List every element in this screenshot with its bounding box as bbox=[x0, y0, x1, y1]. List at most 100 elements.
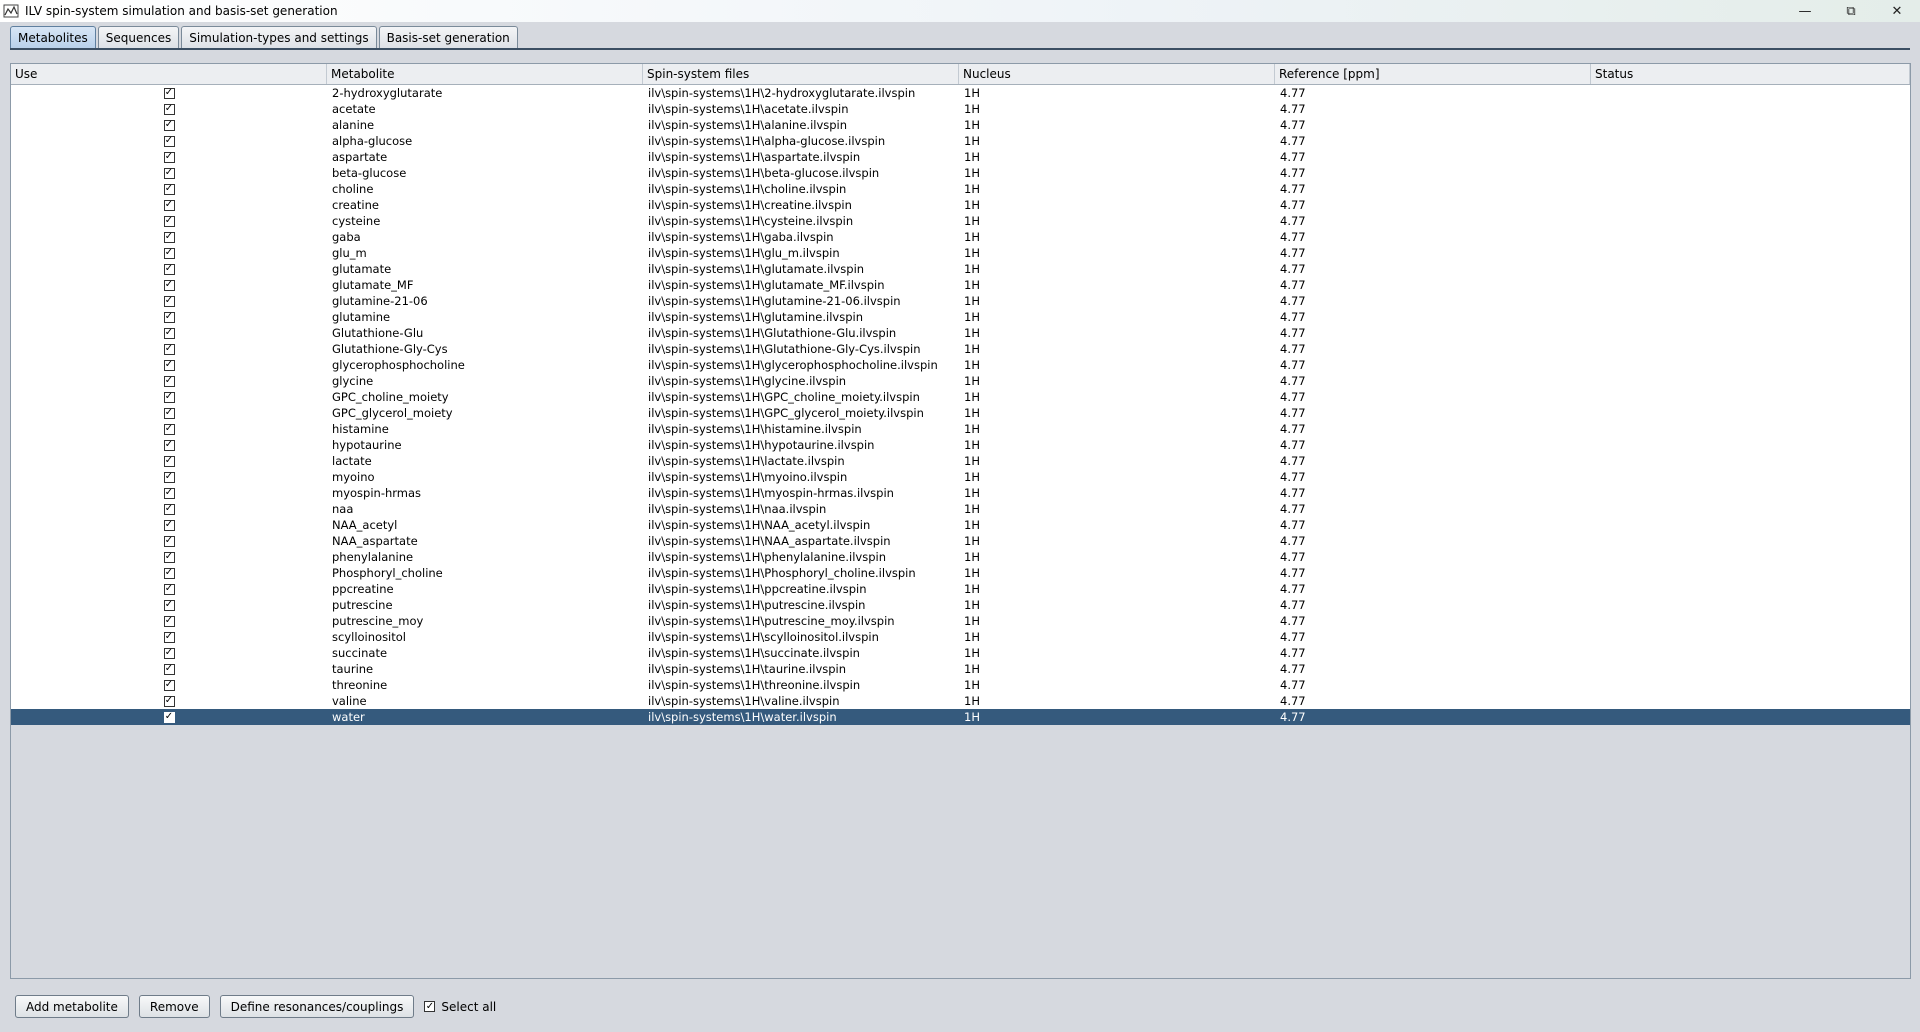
metabolite-cell[interactable]: putrescine bbox=[327, 597, 643, 613]
metabolite-cell[interactable]: phenylalanine bbox=[327, 549, 643, 565]
reference-cell[interactable]: 4.77 bbox=[1275, 581, 1591, 597]
use-cell[interactable]: ✓ bbox=[11, 437, 327, 453]
use-checkbox[interactable]: ✓ bbox=[163, 359, 175, 371]
metabolite-cell[interactable]: Glutathione-Gly-Cys bbox=[327, 341, 643, 357]
metabolite-cell[interactable]: lactate bbox=[327, 453, 643, 469]
table-row[interactable]: ✓ water ilv\spin-systems\1H\water.ilvspin 1… bbox=[11, 709, 1910, 725]
use-cell[interactable]: ✓ bbox=[11, 149, 327, 165]
reference-cell[interactable]: 4.77 bbox=[1275, 709, 1591, 725]
nucleus-cell[interactable]: 1H bbox=[959, 677, 1275, 693]
reference-cell[interactable]: 4.77 bbox=[1275, 117, 1591, 133]
nucleus-cell[interactable]: 1H bbox=[959, 629, 1275, 645]
table-row[interactable]: ✓ phenylalanine ilv\spin-systems\1H\phenyl… bbox=[11, 549, 1910, 565]
table-row[interactable]: ✓ 2-hydroxyglutarate ilv\spin-systems\1H\2… bbox=[11, 85, 1910, 101]
table-row[interactable]: ✓ naa ilv\spin-systems\1H\naa.ilvspin 1H 4.7… bbox=[11, 501, 1910, 517]
spin-system-file-cell[interactable]: ilv\spin-systems\1H\glycerophosphocholin… bbox=[643, 357, 959, 373]
table-row[interactable]: ✓ putrescine ilv\spin-systems\1H\putrescin… bbox=[11, 597, 1910, 613]
nucleus-cell[interactable]: 1H bbox=[959, 533, 1275, 549]
reference-cell[interactable]: 4.77 bbox=[1275, 309, 1591, 325]
metabolite-cell[interactable]: gaba bbox=[327, 229, 643, 245]
nucleus-cell[interactable]: 1H bbox=[959, 357, 1275, 373]
metabolite-cell[interactable]: alpha-glucose bbox=[327, 133, 643, 149]
reference-cell[interactable]: 4.77 bbox=[1275, 565, 1591, 581]
status-cell[interactable] bbox=[1591, 709, 1910, 725]
metabolite-cell[interactable]: myoino bbox=[327, 469, 643, 485]
use-checkbox[interactable]: ✓ bbox=[163, 231, 175, 243]
use-cell[interactable]: ✓ bbox=[11, 533, 327, 549]
status-cell[interactable] bbox=[1591, 165, 1910, 181]
status-cell[interactable] bbox=[1591, 117, 1910, 133]
metabolite-cell[interactable]: Glutathione-Glu bbox=[327, 325, 643, 341]
use-checkbox[interactable]: ✓ bbox=[163, 583, 175, 595]
spin-system-file-cell[interactable]: ilv\spin-systems\1H\NAA_aspartate.ilvspi… bbox=[643, 533, 959, 549]
tab-metabolites[interactable]: Metabolites bbox=[10, 26, 96, 48]
reference-cell[interactable]: 4.77 bbox=[1275, 453, 1591, 469]
table-row[interactable]: ✓ histamine ilv\spin-systems\1H\histamine.… bbox=[11, 421, 1910, 437]
metabolite-cell[interactable]: hypotaurine bbox=[327, 437, 643, 453]
use-cell[interactable]: ✓ bbox=[11, 325, 327, 341]
use-cell[interactable]: ✓ bbox=[11, 565, 327, 581]
reference-cell[interactable]: 4.77 bbox=[1275, 517, 1591, 533]
nucleus-cell[interactable]: 1H bbox=[959, 661, 1275, 677]
table-row[interactable]: ✓ taurine ilv\spin-systems\1H\taurine.ilvs… bbox=[11, 661, 1910, 677]
use-cell[interactable]: ✓ bbox=[11, 629, 327, 645]
reference-cell[interactable]: 4.77 bbox=[1275, 405, 1591, 421]
use-cell[interactable]: ✓ bbox=[11, 661, 327, 677]
spin-system-file-cell[interactable]: ilv\spin-systems\1H\alpha-glucose.ilvspi… bbox=[643, 133, 959, 149]
nucleus-cell[interactable]: 1H bbox=[959, 517, 1275, 533]
table-row[interactable]: ✓ glutamine-21-06 ilv\spin-systems\1H\glut… bbox=[11, 293, 1910, 309]
reference-cell[interactable]: 4.77 bbox=[1275, 549, 1591, 565]
status-cell[interactable] bbox=[1591, 581, 1910, 597]
use-checkbox[interactable]: ✓ bbox=[163, 647, 175, 659]
use-checkbox[interactable]: ✓ bbox=[163, 375, 175, 387]
status-cell[interactable] bbox=[1591, 373, 1910, 389]
reference-cell[interactable]: 4.77 bbox=[1275, 277, 1591, 293]
metabolite-cell[interactable]: water bbox=[327, 709, 643, 725]
use-cell[interactable]: ✓ bbox=[11, 165, 327, 181]
use-checkbox[interactable]: ✓ bbox=[163, 87, 175, 99]
reference-cell[interactable]: 4.77 bbox=[1275, 165, 1591, 181]
status-cell[interactable] bbox=[1591, 597, 1910, 613]
reference-cell[interactable]: 4.77 bbox=[1275, 613, 1591, 629]
spin-system-file-cell[interactable]: ilv\spin-systems\1H\beta-glucose.ilvspin bbox=[643, 165, 959, 181]
use-checkbox[interactable]: ✓ bbox=[163, 343, 175, 355]
reference-cell[interactable]: 4.77 bbox=[1275, 645, 1591, 661]
reference-cell[interactable]: 4.77 bbox=[1275, 181, 1591, 197]
table-row[interactable]: ✓ glycerophosphocholine ilv\spin-systems\1… bbox=[11, 357, 1910, 373]
nucleus-cell[interactable]: 1H bbox=[959, 549, 1275, 565]
use-cell[interactable]: ✓ bbox=[11, 405, 327, 421]
table-row[interactable]: ✓ Phosphoryl_choline ilv\spin-systems\1H\P… bbox=[11, 565, 1910, 581]
nucleus-cell[interactable]: 1H bbox=[959, 485, 1275, 501]
spin-system-file-cell[interactable]: ilv\spin-systems\1H\myoino.ilvspin bbox=[643, 469, 959, 485]
tab-simulation-types[interactable]: Simulation-types and settings bbox=[181, 26, 377, 48]
spin-system-file-cell[interactable]: ilv\spin-systems\1H\GPC_choline_moiety.i… bbox=[643, 389, 959, 405]
use-cell[interactable]: ✓ bbox=[11, 309, 327, 325]
column-header-reference[interactable]: Reference [ppm] bbox=[1275, 64, 1591, 84]
status-cell[interactable] bbox=[1591, 357, 1910, 373]
reference-cell[interactable]: 4.77 bbox=[1275, 661, 1591, 677]
spin-system-file-cell[interactable]: ilv\spin-systems\1H\phenylalanine.ilvspi… bbox=[643, 549, 959, 565]
use-cell[interactable]: ✓ bbox=[11, 245, 327, 261]
reference-cell[interactable]: 4.77 bbox=[1275, 245, 1591, 261]
status-cell[interactable] bbox=[1591, 213, 1910, 229]
table-row[interactable]: ✓ GPC_choline_moiety ilv\spin-systems\1H\G… bbox=[11, 389, 1910, 405]
nucleus-cell[interactable]: 1H bbox=[959, 293, 1275, 309]
metabolite-cell[interactable]: glutamine bbox=[327, 309, 643, 325]
nucleus-cell[interactable]: 1H bbox=[959, 101, 1275, 117]
nucleus-cell[interactable]: 1H bbox=[959, 341, 1275, 357]
use-cell[interactable]: ✓ bbox=[11, 549, 327, 565]
use-cell[interactable]: ✓ bbox=[11, 517, 327, 533]
use-checkbox[interactable]: ✓ bbox=[163, 391, 175, 403]
reference-cell[interactable]: 4.77 bbox=[1275, 677, 1591, 693]
metabolite-cell[interactable]: GPC_choline_moiety bbox=[327, 389, 643, 405]
nucleus-cell[interactable]: 1H bbox=[959, 645, 1275, 661]
nucleus-cell[interactable]: 1H bbox=[959, 85, 1275, 101]
reference-cell[interactable]: 4.77 bbox=[1275, 213, 1591, 229]
table-row[interactable]: ✓ myoino ilv\spin-systems\1H\myoino.ilvspi… bbox=[11, 469, 1910, 485]
metabolite-cell[interactable]: glutamate_MF bbox=[327, 277, 643, 293]
status-cell[interactable] bbox=[1591, 261, 1910, 277]
minimize-icon[interactable]: — bbox=[1782, 0, 1828, 22]
metabolite-cell[interactable]: creatine bbox=[327, 197, 643, 213]
spin-system-file-cell[interactable]: ilv\spin-systems\1H\glutamine-21-06.ilvs… bbox=[643, 293, 959, 309]
nucleus-cell[interactable]: 1H bbox=[959, 437, 1275, 453]
